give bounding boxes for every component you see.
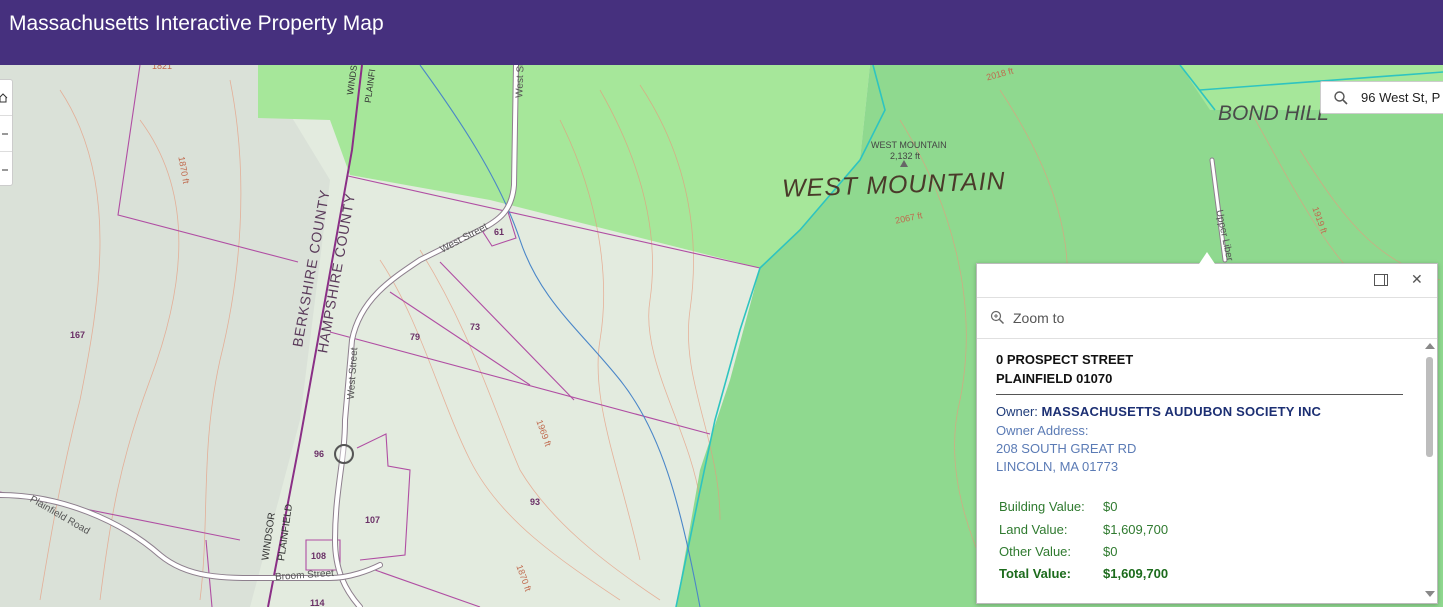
value-label: Total Value: [999, 566, 1071, 581]
parcel-number[interactable]: 114 [310, 598, 325, 607]
app-title: Massachusetts Interactive Property Map [9, 12, 384, 35]
owner-name: MASSACHUSETTS AUDUBON SOCIETY INC [1041, 404, 1322, 419]
parcel-popup: ✕ Zoom to 0 PROSPECT STREET PLAINFIELD 0… [976, 252, 1438, 604]
parcel-number[interactable]: 167 [70, 330, 85, 340]
label-elev-1821: 1821 [152, 65, 173, 71]
divider [996, 394, 1403, 395]
owner-address-line1: 208 SOUTH GREAT RD [996, 441, 1137, 456]
value-amount: $1,609,700 [1103, 522, 1169, 537]
home-button[interactable] [0, 80, 12, 116]
value-amount: $1,609,700 [1103, 566, 1169, 581]
owner-label: Owner: [996, 404, 1038, 419]
search-value[interactable]: 96 West St, P [1361, 90, 1440, 105]
value-amount: $0 [1103, 544, 1118, 559]
plus-icon [2, 133, 8, 134]
zoom-in-button[interactable] [0, 116, 12, 152]
popup-scrollbar[interactable] [1423, 339, 1437, 603]
dock-icon[interactable] [1374, 274, 1388, 286]
parcel-address-line1: 0 PROSPECT STREET [996, 352, 1134, 367]
value-amount: $0 [1103, 499, 1118, 514]
scroll-down-icon[interactable] [1425, 591, 1435, 597]
map-nav-controls [0, 79, 13, 186]
minus-icon [2, 169, 8, 170]
popup-actions: Zoom to [977, 298, 1437, 339]
zoom-to-icon[interactable] [990, 310, 1005, 325]
parcel-number[interactable]: 108 [311, 551, 326, 561]
parcel-number[interactable]: 93 [530, 497, 540, 507]
parcel-number[interactable]: 73 [470, 322, 480, 332]
owner-address-line2: LINCOLN, MA 01773 [996, 459, 1119, 474]
owner-row: Owner: MASSACHUSETTS AUDUBON SOCIETY INC [996, 404, 1321, 419]
value-row-land: Land Value: $1,609,700 [999, 522, 1168, 537]
popup-titlebar: ✕ [977, 264, 1437, 298]
value-label: Other Value: [999, 544, 1072, 559]
scroll-up-icon[interactable] [1425, 343, 1435, 349]
value-row-other: Other Value: $0 [999, 544, 1117, 559]
label-summit-elev: 2,132 ft [890, 151, 921, 161]
label-bond-hill: BOND HILL [1218, 102, 1329, 125]
scroll-thumb[interactable] [1426, 357, 1433, 457]
label-west-street-top: West St [514, 65, 527, 99]
label-summit-name: WEST MOUNTAIN [871, 140, 947, 150]
value-label: Building Value: [999, 499, 1085, 514]
value-row-building: Building Value: $0 [999, 499, 1117, 514]
owner-address-label: Owner Address: [996, 423, 1089, 438]
parcel-number[interactable]: 107 [365, 515, 380, 525]
value-label: Land Value: [999, 522, 1068, 537]
home-icon [0, 92, 8, 102]
parcel-address-line2: PLAINFIELD 01070 [996, 371, 1113, 386]
search-icon[interactable] [1333, 90, 1349, 106]
popup-content: 0 PROSPECT STREET PLAINFIELD 01070 Owner… [977, 339, 1422, 603]
zoom-out-button[interactable] [0, 152, 12, 187]
zoom-to-link[interactable]: Zoom to [1013, 310, 1064, 326]
popup-pointer [1199, 252, 1215, 264]
parcel-number[interactable]: 96 [314, 449, 324, 459]
parcel-number[interactable]: 79 [410, 332, 420, 342]
value-row-total: Total Value: $1,609,700 [999, 566, 1168, 581]
parcel-number[interactable]: 61 [494, 227, 504, 237]
app-header: Massachusetts Interactive Property Map [0, 0, 1443, 65]
close-icon[interactable]: ✕ [1411, 271, 1423, 288]
search-input[interactable]: 96 West St, P [1320, 81, 1443, 114]
selection-marker-fill [337, 447, 351, 461]
